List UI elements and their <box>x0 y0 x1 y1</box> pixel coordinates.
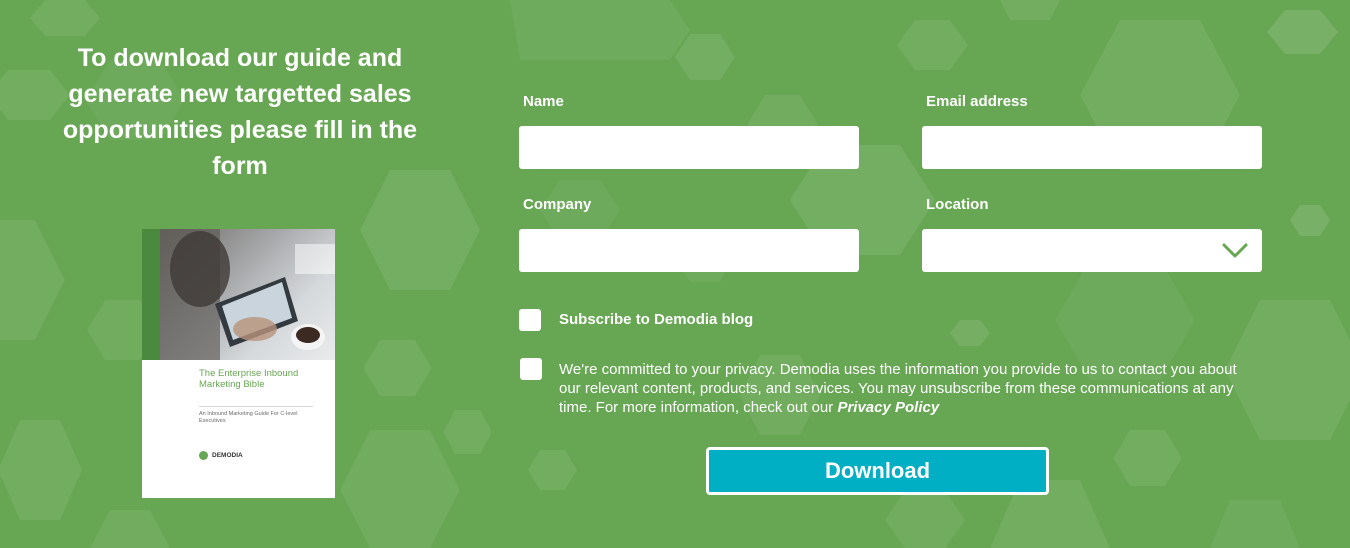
privacy-consent-checkbox[interactable] <box>520 358 542 380</box>
cover-brand-text: DEMODIA <box>212 452 243 459</box>
name-label: Name <box>523 93 564 110</box>
demodia-logo-icon <box>199 451 208 460</box>
cover-spine <box>142 229 160 360</box>
email-field[interactable] <box>922 126 1262 169</box>
cover-title: The Enterprise Inbound Marketing Bible <box>199 368 299 390</box>
email-label: Email address <box>926 93 1028 110</box>
headline: To download our guide and generate new t… <box>62 44 418 180</box>
company-label: Company <box>523 196 592 213</box>
chevron-down-icon <box>1222 243 1248 258</box>
cover-brand: DEMODIA <box>199 451 243 460</box>
subscribe-checkbox[interactable] <box>519 309 541 331</box>
name-field[interactable] <box>519 126 859 169</box>
company-field[interactable] <box>519 229 859 272</box>
cover-photo <box>160 229 335 360</box>
privacy-notice: We're committed to your privacy. Demodia… <box>559 360 1239 417</box>
download-button[interactable]: Download <box>706 447 1049 495</box>
subscribe-label: Subscribe to Demodia blog <box>559 311 754 328</box>
guide-cover-image: The Enterprise Inbound Marketing Bible A… <box>142 229 335 498</box>
location-select[interactable] <box>922 229 1262 272</box>
location-label: Location <box>926 196 989 213</box>
cover-divider <box>199 406 313 407</box>
privacy-policy-link[interactable]: Privacy Policy <box>837 399 939 416</box>
download-guide-banner: To download our guide and generate new t… <box>0 0 1350 548</box>
cover-subtitle: An Inbound Marketing Guide For C-level E… <box>199 411 298 424</box>
